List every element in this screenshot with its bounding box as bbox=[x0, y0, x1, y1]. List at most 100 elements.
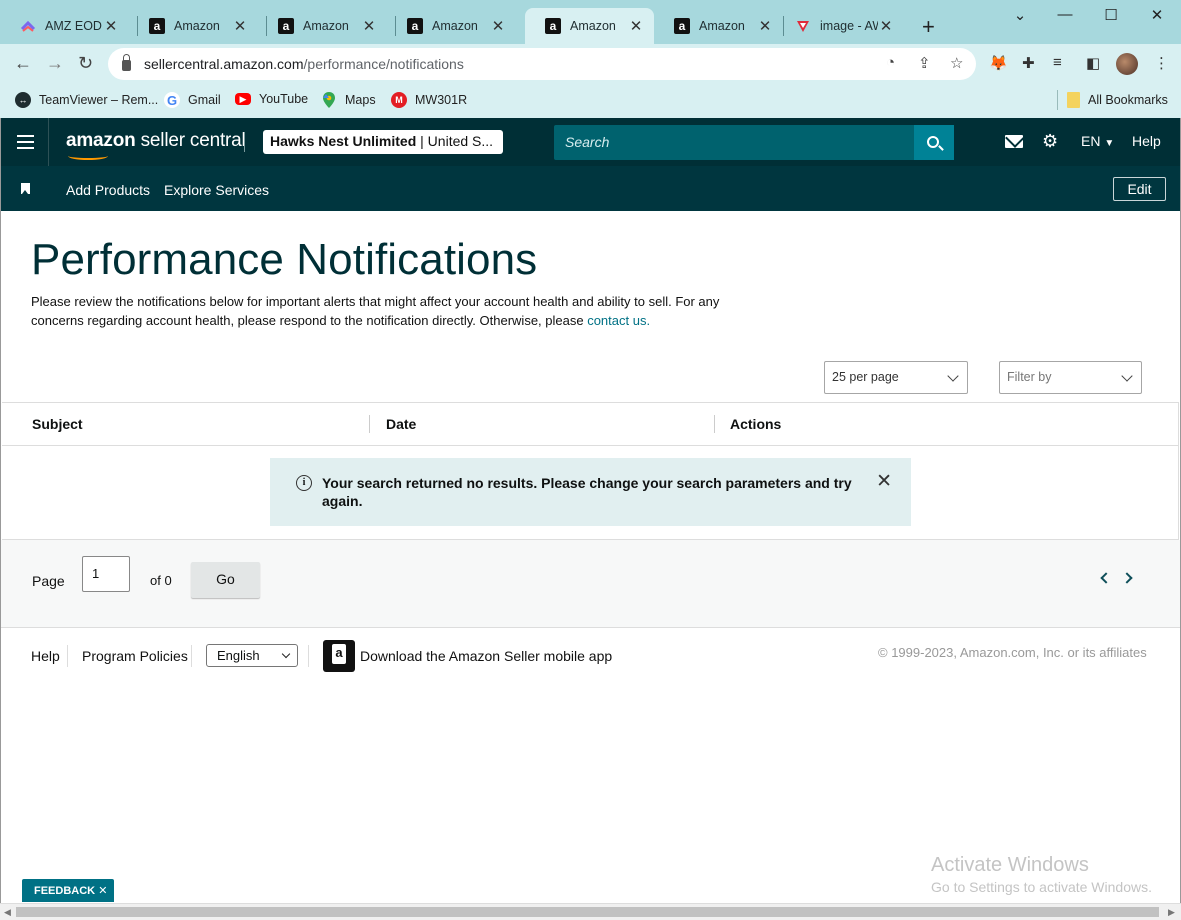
go-button[interactable]: Go bbox=[191, 562, 260, 598]
gear-icon[interactable]: ⚙ bbox=[1042, 131, 1058, 152]
footer-language-value: English bbox=[217, 648, 260, 663]
url-path: /performance/notifications bbox=[303, 56, 464, 72]
close-icon[interactable]: ✕ bbox=[757, 17, 773, 35]
close-icon[interactable]: ✕ bbox=[490, 17, 506, 35]
edit-button[interactable]: Edit bbox=[1113, 177, 1166, 201]
chevron-left-icon[interactable] bbox=[1100, 572, 1112, 584]
amazon-seller-app-icon[interactable] bbox=[323, 640, 355, 672]
all-bookmarks[interactable]: All Bookmarks bbox=[1067, 92, 1168, 108]
bookmark-label: YouTube bbox=[259, 92, 309, 106]
tab-title: Amazon bbox=[432, 19, 478, 33]
search-input[interactable]: Search bbox=[554, 125, 914, 160]
media-playlist-icon[interactable]: ≡ bbox=[1053, 54, 1062, 71]
chevron-down-icon bbox=[281, 649, 291, 659]
nav-explore-services[interactable]: Explore Services bbox=[164, 182, 269, 198]
maximize-icon[interactable]: ☐ bbox=[1091, 6, 1131, 24]
browser-tab[interactable]: a Amazon ✕ bbox=[654, 8, 783, 44]
url-host: sellercentral.amazon.com bbox=[144, 56, 304, 72]
all-bookmarks-label: All Bookmarks bbox=[1088, 93, 1168, 107]
browser-tab[interactable]: AMZ EOD F ✕ bbox=[0, 8, 129, 44]
store-name: Hawks Nest Unlimited bbox=[270, 133, 417, 149]
per-page-select[interactable]: 25 per page bbox=[824, 361, 968, 394]
help-link[interactable]: Help bbox=[1132, 133, 1161, 149]
horizontal-scrollbar[interactable]: ◀ ▶ bbox=[0, 903, 1181, 920]
extensions-puzzle-icon[interactable]: ✚ bbox=[1022, 54, 1035, 72]
close-window-icon[interactable]: ✕ bbox=[1137, 6, 1177, 24]
scroll-right-icon[interactable]: ▶ bbox=[1168, 907, 1175, 918]
bookmark-youtube[interactable]: ▶ YouTube bbox=[235, 92, 308, 106]
bookmark-maps[interactable]: Maps bbox=[321, 92, 376, 108]
performance-gauge-icon[interactable]: ◔ bbox=[886, 54, 895, 71]
browser-tab[interactable]: a Amazon ✕ bbox=[387, 8, 516, 44]
metamask-fox-icon[interactable]: 🦊 bbox=[989, 54, 1008, 72]
download-app-link[interactable]: Download the Amazon Seller mobile app bbox=[360, 648, 612, 664]
mercusys-icon: M bbox=[391, 92, 407, 108]
mail-icon[interactable] bbox=[1005, 135, 1023, 148]
language-selector[interactable]: EN ▼ bbox=[1081, 133, 1114, 149]
browser-toolbar: ← → ↻ sellercentral.amazon.com/performan… bbox=[0, 44, 1181, 84]
close-icon[interactable]: ✕ bbox=[232, 17, 248, 35]
chevron-down-icon[interactable]: ⌄ bbox=[1000, 6, 1040, 24]
profile-avatar[interactable] bbox=[1116, 53, 1138, 75]
side-panel-icon[interactable]: ◧ bbox=[1086, 54, 1100, 72]
feedback-button[interactable]: FEEDBACK ✕ bbox=[22, 879, 114, 902]
scrollbar-thumb[interactable] bbox=[16, 907, 1159, 917]
share-icon[interactable]: ⇪ bbox=[918, 54, 931, 72]
back-arrow-icon[interactable]: ← bbox=[14, 53, 32, 74]
close-icon[interactable]: ✕ bbox=[878, 17, 894, 35]
amazon-icon: a bbox=[674, 18, 690, 34]
tab-title: Amazon bbox=[174, 19, 220, 33]
amazon-icon: a bbox=[545, 18, 561, 34]
footer-help-link[interactable]: Help bbox=[31, 648, 60, 664]
filter-select[interactable]: Filter by bbox=[999, 361, 1142, 394]
seller-central-logo[interactable]: amazon seller central bbox=[66, 130, 246, 152]
browser-tab[interactable]: a Amazon ✕ bbox=[129, 8, 258, 44]
close-icon[interactable]: ✕ bbox=[628, 17, 644, 35]
column-actions: Actions bbox=[730, 416, 782, 432]
column-subject[interactable]: Subject bbox=[32, 416, 83, 432]
program-policies-link[interactable]: Program Policies bbox=[82, 648, 188, 664]
bookmark-label: MW301R bbox=[415, 93, 468, 107]
logo-amazon-text: amazon bbox=[66, 130, 136, 151]
tab-title: Amazon bbox=[303, 19, 349, 33]
minimize-icon[interactable]: — bbox=[1045, 6, 1085, 23]
page-number-input[interactable]: 1 bbox=[82, 556, 130, 592]
folder-icon bbox=[1067, 92, 1080, 108]
footer-divider bbox=[308, 645, 309, 667]
nav-add-products[interactable]: Add Products bbox=[66, 182, 150, 198]
new-tab-plus-icon[interactable]: + bbox=[922, 14, 935, 40]
bookmark-mw301r[interactable]: M MW301R bbox=[391, 92, 467, 108]
contact-us-link[interactable]: contact us. bbox=[587, 313, 650, 328]
browser-tab[interactable]: a Amazon ✕ bbox=[258, 8, 387, 44]
bookmark-icon[interactable] bbox=[21, 183, 30, 194]
teamviewer-icon: ↔ bbox=[15, 92, 31, 108]
column-date[interactable]: Date bbox=[386, 416, 416, 432]
close-icon[interactable]: ✕ bbox=[98, 885, 107, 897]
bookmark-gmail[interactable]: G Gmail bbox=[164, 92, 221, 108]
address-bar[interactable]: sellercentral.amazon.com/performance/not… bbox=[108, 48, 976, 80]
forward-arrow-icon[interactable]: → bbox=[46, 53, 64, 74]
chevron-right-icon[interactable] bbox=[1121, 572, 1133, 584]
menu-kebab-icon[interactable]: ⋮ bbox=[1154, 54, 1169, 72]
star-icon[interactable]: ☆ bbox=[950, 54, 963, 72]
no-results-alert: i Your search returned no results. Pleas… bbox=[270, 458, 911, 526]
bookmark-teamviewer[interactable]: ↔ TeamViewer – Rem... bbox=[15, 92, 158, 108]
close-icon[interactable]: ✕ bbox=[876, 472, 892, 491]
scroll-left-icon[interactable]: ◀ bbox=[4, 907, 11, 918]
close-icon[interactable]: ✕ bbox=[103, 17, 119, 35]
lock-icon bbox=[122, 53, 131, 71]
store-selector[interactable]: Hawks Nest Unlimited | United S... bbox=[263, 130, 503, 154]
chevron-down-icon bbox=[1121, 370, 1133, 382]
tab-title: Amazon bbox=[699, 19, 745, 33]
footer-language-select[interactable]: English bbox=[206, 644, 298, 667]
tab-title: AMZ EOD F bbox=[45, 19, 103, 33]
search-button[interactable] bbox=[914, 125, 954, 160]
aws-red-icon bbox=[795, 18, 811, 34]
close-icon[interactable]: ✕ bbox=[361, 17, 377, 35]
hamburger-menu-icon[interactable] bbox=[17, 135, 34, 149]
browser-tab-active[interactable]: a Amazon ✕ bbox=[525, 8, 654, 44]
browser-tab[interactable]: image - AW ✕ bbox=[775, 8, 904, 44]
window-border bbox=[0, 118, 1, 903]
reload-icon[interactable]: ↻ bbox=[78, 53, 93, 74]
seller-central-header: amazon seller central Hawks Nest Unlimit… bbox=[0, 118, 1181, 166]
